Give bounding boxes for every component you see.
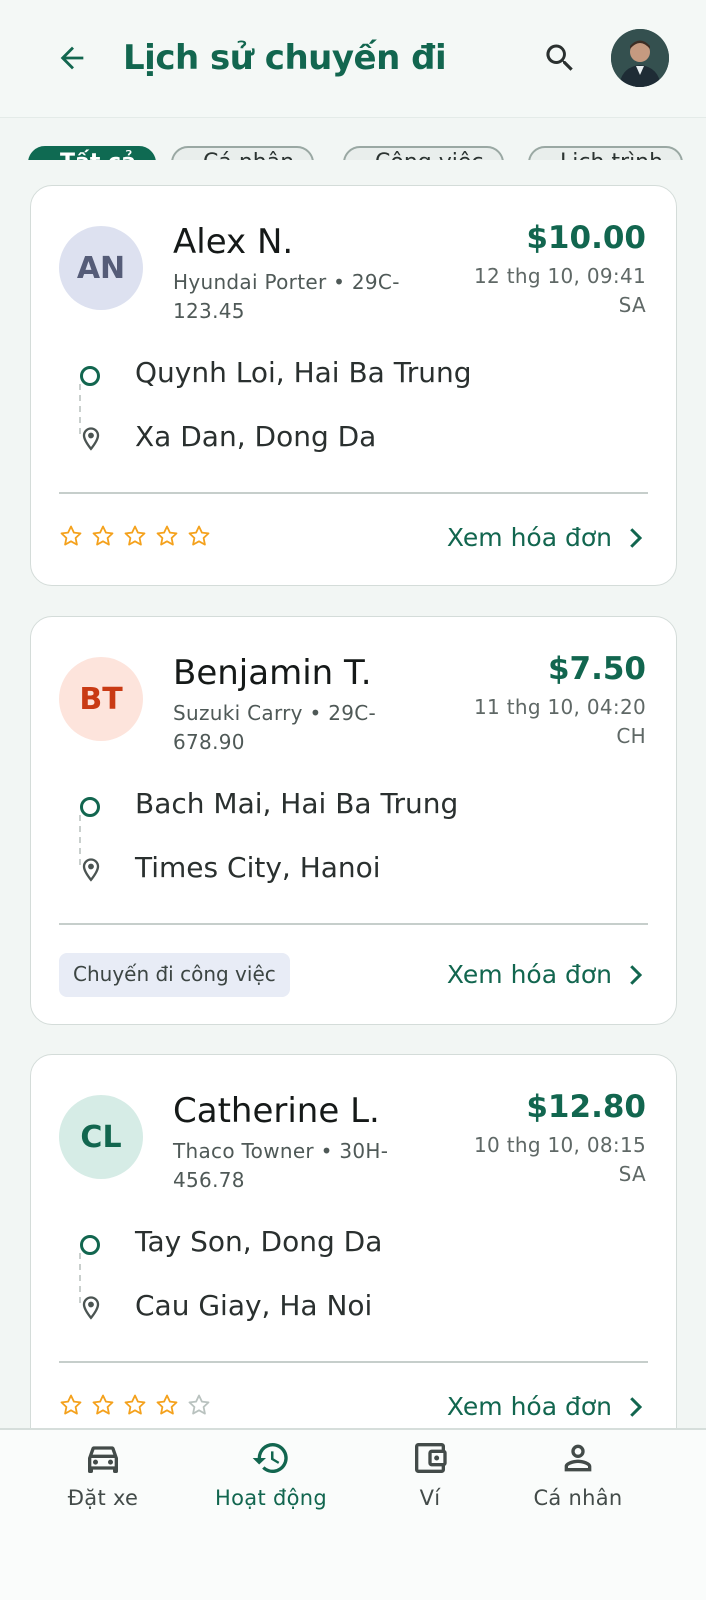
wallet-icon <box>415 1443 447 1473</box>
view-invoice-label: Xem hóa đơn <box>446 523 612 552</box>
star-filled-icon <box>156 525 178 546</box>
pickup-address: Quynh Loi, Hai Ba Trung <box>135 356 472 389</box>
trip-type-badge: Chuyến đi công việc <box>59 953 290 997</box>
nav-label: Cá nhân <box>533 1486 623 1510</box>
pickup-dot-icon <box>80 366 100 386</box>
star-filled-icon <box>92 525 114 546</box>
trip-card[interactable]: CL Catherine L. Thaco Towner • 30H-456.7… <box>30 1054 677 1474</box>
vehicle-info: Thaco Towner • 30H-456.78 <box>173 1139 389 1192</box>
pickup-address: Tay Son, Dong Da <box>135 1225 383 1258</box>
star-filled-icon <box>60 1394 82 1415</box>
location-pin-icon <box>82 1296 100 1320</box>
star-filled-icon <box>124 525 146 546</box>
nav-activity[interactable]: Hoạt động <box>196 1438 346 1528</box>
location-pin-icon <box>82 427 100 451</box>
back-button[interactable] <box>52 38 92 78</box>
chevron-right-icon <box>630 1396 642 1417</box>
nav-book-ride[interactable]: Đặt xe <box>28 1438 178 1528</box>
vehicle-info: Suzuki Carry • 29C-678.90 <box>173 701 377 754</box>
driver-avatar: BT <box>59 657 143 741</box>
pickup-dot-icon <box>80 1235 100 1255</box>
vehicle-info: Hyundai Porter • 29C-123.45 <box>173 270 400 323</box>
view-invoice-link[interactable]: Xem hóa đơn <box>447 1392 642 1421</box>
pickup-dot-icon <box>80 797 100 817</box>
page-title: Lịch sử chuyến đi <box>123 38 447 78</box>
view-invoice-link[interactable]: Xem hóa đơn <box>447 960 642 989</box>
divider <box>59 492 648 494</box>
nav-wallet[interactable]: Ví <box>355 1438 505 1528</box>
nav-label: Hoạt động <box>215 1486 327 1510</box>
app-header: Lịch sử chuyến đi <box>0 0 706 118</box>
driver-avatar: CL <box>59 1095 143 1179</box>
star-filled-icon <box>124 1394 146 1415</box>
chip-work[interactable]: Công việc <box>343 146 504 160</box>
arrow-left-icon <box>60 46 84 70</box>
nav-label: Đặt xe <box>67 1486 139 1510</box>
star-filled-icon <box>60 525 82 546</box>
rating-stars <box>59 1393 211 1417</box>
dropoff-address: Xa Dan, Dong Da <box>135 420 377 453</box>
view-invoice-label: Xem hóa đơn <box>446 1392 612 1421</box>
trip-price: $7.50 <box>547 651 646 687</box>
filter-chips: Tất cả Cá nhân Công việc Lịch trình <box>0 118 706 160</box>
avatar-photo <box>611 29 669 87</box>
trip-time: 12 thg 10, 09:41 SA <box>474 264 646 317</box>
star-filled-icon <box>92 1394 114 1415</box>
chevron-right-icon <box>630 964 642 985</box>
chip-personal[interactable]: Cá nhân <box>171 146 315 160</box>
car-icon <box>88 1446 118 1473</box>
trip-card[interactable]: BT Benjamin T. Suzuki Carry • 29C-678.90… <box>30 616 677 1025</box>
view-invoice-label: Xem hóa đơn <box>446 960 612 989</box>
nav-profile[interactable]: Cá nhân <box>503 1438 653 1528</box>
location-pin-icon <box>82 858 100 882</box>
trip-time: 10 thg 10, 08:15 SA <box>474 1133 646 1186</box>
history-icon <box>252 1442 288 1473</box>
user-avatar[interactable] <box>611 29 669 87</box>
star-filled-icon <box>188 525 210 546</box>
chip-schedule[interactable]: Lịch trình <box>528 146 684 160</box>
nav-label: Ví <box>419 1486 441 1510</box>
search-button[interactable] <box>540 38 580 78</box>
person-icon <box>564 1444 592 1472</box>
trip-price: $12.80 <box>526 1089 646 1125</box>
star-empty-icon <box>188 1394 210 1415</box>
driver-name: Catherine L. <box>173 1091 380 1131</box>
pickup-address: Bach Mai, Hai Ba Trung <box>135 787 459 820</box>
trip-card[interactable]: AN Alex N. Hyundai Porter • 29C-123.45 $… <box>30 185 677 586</box>
bottom-navigation: Đặt xe Hoạt động Ví Cá nhân <box>0 1428 706 1600</box>
divider <box>59 1361 648 1363</box>
driver-name: Benjamin T. <box>173 653 372 693</box>
driver-avatar: AN <box>59 226 143 310</box>
star-filled-icon <box>156 1394 178 1415</box>
view-invoice-link[interactable]: Xem hóa đơn <box>447 523 642 552</box>
rating-stars <box>59 524 211 548</box>
chip-all[interactable]: Tất cả <box>28 146 156 160</box>
chevron-right-icon <box>630 527 642 548</box>
search-icon <box>546 44 573 71</box>
dropoff-address: Cau Giay, Ha Noi <box>135 1289 373 1322</box>
dropoff-address: Times City, Hanoi <box>135 851 381 884</box>
divider <box>59 923 648 925</box>
trip-time: 11 thg 10, 04:20 CH <box>474 695 646 748</box>
driver-name: Alex N. <box>173 222 294 262</box>
trip-price: $10.00 <box>526 220 646 256</box>
